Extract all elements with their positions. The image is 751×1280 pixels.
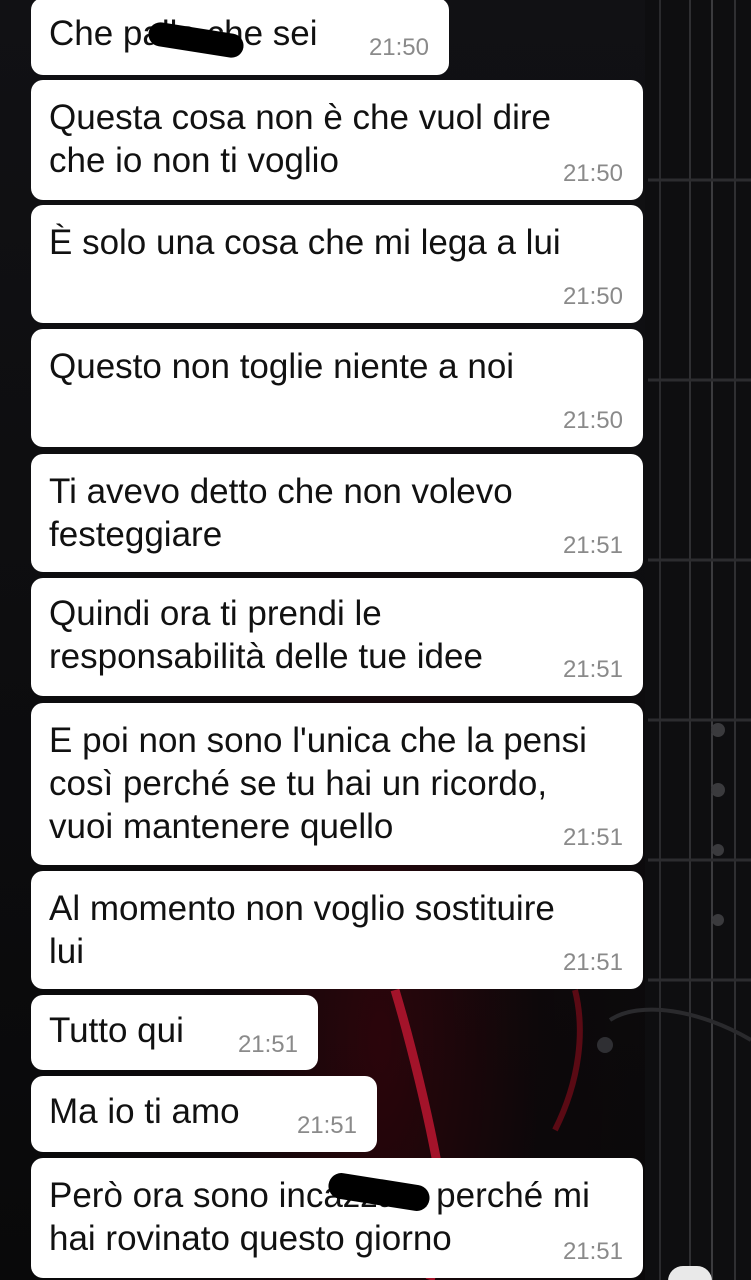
message-timestamp: 21:50	[562, 160, 623, 187]
message-timestamp: 21:51	[562, 532, 623, 559]
message-bubble[interactable]: Però ora sono incazzata perché mi hai ro…	[31, 1158, 643, 1278]
message-text: Al momento non voglio sostituire lui	[49, 889, 555, 971]
message-bubble[interactable]: E poi non sono l'unica che la pensi così…	[31, 703, 643, 865]
message-timestamp: 21:51	[296, 1112, 357, 1139]
message-text: È solo una cosa che mi lega a lui	[49, 223, 561, 262]
message-bubble[interactable]: Al momento non voglio sostituire lui 21:…	[31, 871, 643, 989]
chat-thread: Che palle che sei 21:50 Questa cosa non …	[0, 0, 751, 1280]
message-timestamp: 21:51	[562, 656, 623, 683]
message-bubble[interactable]: Ti avevo detto che non volevo festeggiar…	[31, 454, 643, 572]
message-bubble[interactable]: Ma io ti amo 21:51	[31, 1076, 377, 1152]
message-timestamp: 21:51	[562, 949, 623, 976]
message-timestamp: 21:50	[562, 283, 623, 310]
message-bubble[interactable]: Questo non toglie niente a noi 21:50	[31, 329, 643, 447]
message-text: Tutto qui	[49, 1011, 184, 1050]
message-text: Quindi ora ti prendi le responsabilità d…	[49, 594, 483, 676]
message-text: Ma io ti amo	[49, 1092, 240, 1131]
message-text: Questa cosa non è che vuol dire che io n…	[49, 98, 551, 180]
message-text: Questo non toglie niente a noi	[49, 347, 515, 386]
message-text: Però ora sono incazzata perché mi hai ro…	[49, 1176, 590, 1258]
message-timestamp: 21:51	[237, 1031, 298, 1058]
message-bubble[interactable]: Che palle che sei 21:50	[31, 0, 449, 75]
message-timestamp: 21:51	[562, 1238, 623, 1265]
message-bubble[interactable]: Tutto qui 21:51	[31, 995, 318, 1070]
message-bubble[interactable]: È solo una cosa che mi lega a lui 21:50	[31, 205, 643, 323]
message-timestamp: 21:50	[368, 34, 429, 61]
scroll-to-bottom-button[interactable]	[668, 1266, 712, 1280]
message-text: Ti avevo detto che non volevo festeggiar…	[49, 472, 513, 554]
message-timestamp: 21:51	[562, 824, 623, 851]
message-text: E poi non sono l'unica che la pensi così…	[49, 721, 587, 846]
message-bubble[interactable]: Questa cosa non è che vuol dire che io n…	[31, 80, 643, 200]
message-timestamp: 21:50	[562, 407, 623, 434]
message-bubble[interactable]: Quindi ora ti prendi le responsabilità d…	[31, 578, 643, 696]
